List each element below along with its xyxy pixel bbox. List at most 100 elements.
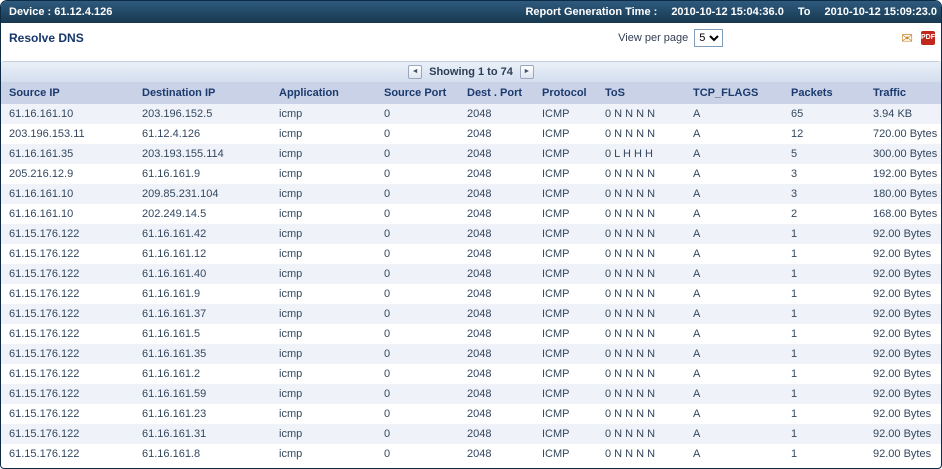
cell: A — [693, 168, 701, 180]
cell: 92.00 Bytes — [873, 448, 932, 460]
table-row: 61.15.176.122 61.16.161.5 icmp 0 2048 ICMP 0 N… — [1, 324, 941, 344]
cell: A — [693, 268, 701, 280]
cell: 61.15.176.122 — [9, 328, 80, 340]
cell: 0 L H H H — [605, 148, 653, 160]
cell: 0 — [384, 368, 391, 380]
table-row: 61.15.176.122 61.16.161.2 icmp 0 2048 ICMP 0 N… — [1, 364, 941, 384]
cell: 61.12.4.126 — [142, 128, 201, 140]
cell: 0 N N N N — [605, 188, 656, 200]
email-icon[interactable]: ✉ — [901, 31, 913, 45]
cell: 205.216.12.9 — [9, 168, 74, 180]
cell: A — [693, 388, 701, 400]
cell: ICMP — [542, 428, 570, 440]
cell: ICMP — [542, 368, 570, 380]
column-header: Protocol — [534, 82, 597, 104]
table-row: 61.15.176.122 61.16.161.59 icmp 0 2048 ICMP 0 … — [1, 384, 941, 404]
cell: 2048 — [467, 168, 492, 180]
cell: icmp — [279, 328, 303, 340]
cell: 61.16.161.40 — [142, 268, 207, 280]
cell: 1 — [791, 228, 798, 240]
cell: 0 — [384, 448, 391, 460]
cell: 0 — [384, 128, 391, 140]
cell: 203.196.153.11 — [9, 128, 85, 140]
cell: 0 — [384, 388, 391, 400]
cell: 61.16.161.12 — [142, 248, 207, 260]
cell: 1 — [791, 328, 798, 340]
cell: 3 — [791, 188, 798, 200]
cell: 0 N N N N — [605, 108, 656, 120]
cell: 1 — [791, 408, 798, 420]
cell: ICMP — [542, 168, 570, 180]
cell: 2048 — [467, 248, 492, 260]
cell: icmp — [279, 348, 303, 360]
cell: 0 — [384, 208, 391, 220]
table-row: 203.196.153.11 61.12.4.126 icmp 0 2048 ICMP 0 … — [1, 124, 941, 144]
cell: A — [693, 348, 701, 360]
cell: 0 — [384, 168, 391, 180]
cell: 300.00 Bytes — [873, 148, 938, 160]
table-row: 61.15.176.122 61.16.161.9 icmp 0 2048 ICMP 0 N… — [1, 284, 941, 304]
flow-table: Source IP Destination IP Application Source… — [1, 82, 941, 464]
cell: 0 N N N N — [605, 328, 656, 340]
cell: 61.15.176.122 — [9, 448, 80, 460]
prev-page-button[interactable]: ◄ — [408, 65, 423, 79]
cell: 61.15.176.122 — [9, 248, 80, 260]
column-header: Application — [271, 82, 376, 104]
cell: 0 N N N N — [605, 428, 656, 440]
table-row: 61.15.176.122 61.16.161.31 icmp 0 2048 ICMP 0 … — [1, 424, 941, 444]
cell: ICMP — [542, 148, 570, 160]
cell: 61.16.161.8 — [142, 448, 201, 460]
cell: 2048 — [467, 448, 492, 460]
cell: 0 — [384, 148, 391, 160]
column-header: Source Port — [376, 82, 459, 104]
cell: 2048 — [467, 328, 492, 340]
cell: 2048 — [467, 368, 492, 380]
cell: 65 — [791, 108, 804, 120]
pdf-export-icon[interactable]: PDF — [921, 31, 935, 45]
cell: 61.15.176.122 — [9, 308, 80, 320]
table-row: 205.216.12.9 61.16.161.9 icmp 0 2048 ICMP 0 N … — [1, 164, 941, 184]
showing-range-label: Showing 1 to 74 — [429, 66, 513, 78]
table-row: 61.16.161.10 202.249.14.5 icmp 0 2048 ICMP 0 N… — [1, 204, 941, 224]
report-time-label: Report Generation Time : — [525, 6, 658, 18]
next-page-button[interactable]: ► — [519, 65, 534, 79]
cell: icmp — [279, 148, 303, 160]
toolbar-right: View per page 5 ✉ PDF — [618, 29, 935, 47]
column-header: Source IP — [1, 82, 134, 104]
column-header: TCP_FLAGS — [685, 82, 783, 104]
cell: icmp — [279, 388, 303, 400]
cell: 720.00 Bytes — [873, 128, 938, 140]
cell: A — [693, 408, 701, 420]
cell: ICMP — [542, 448, 570, 460]
cell: 92.00 Bytes — [873, 388, 932, 400]
cell: 61.15.176.122 — [9, 268, 80, 280]
cell: 0 N N N N — [605, 228, 656, 240]
table-row: 61.15.176.122 61.16.161.12 icmp 0 2048 ICMP 0 … — [1, 244, 941, 264]
cell: 61.15.176.122 — [9, 288, 80, 300]
report-time-from: 2010-10-12 15:04:36.0 — [671, 6, 784, 18]
cell: 0 N N N N — [605, 268, 656, 280]
view-per-page-select[interactable]: 5 — [694, 29, 724, 47]
cell: 1 — [791, 268, 798, 280]
cell: 61.16.161.10 — [9, 108, 74, 120]
cell: A — [693, 148, 701, 160]
column-header: Dest . Port — [459, 82, 534, 104]
cell: A — [693, 248, 701, 260]
cell: 2048 — [467, 108, 492, 120]
cell: ICMP — [542, 408, 570, 420]
cell: 61.16.161.5 — [142, 328, 201, 340]
export-icons: ✉ PDF — [901, 31, 935, 45]
cell: 0 N N N N — [605, 388, 656, 400]
cell: 1 — [791, 248, 798, 260]
cell: 61.16.161.35 — [142, 348, 207, 360]
cell: A — [693, 188, 701, 200]
cell: 1 — [791, 388, 798, 400]
cell: 92.00 Bytes — [873, 428, 932, 440]
table-row: 61.16.161.10 203.196.152.5 icmp 0 2048 ICMP 0 … — [1, 104, 941, 124]
column-header: ToS — [597, 82, 685, 104]
table-row: 61.15.176.122 61.16.161.37 icmp 0 2048 ICMP 0 … — [1, 304, 941, 324]
cell: 2048 — [467, 268, 492, 280]
cell: 3 — [791, 168, 798, 180]
cell: 61.16.161.42 — [142, 228, 207, 240]
cell: 92.00 Bytes — [873, 268, 932, 280]
